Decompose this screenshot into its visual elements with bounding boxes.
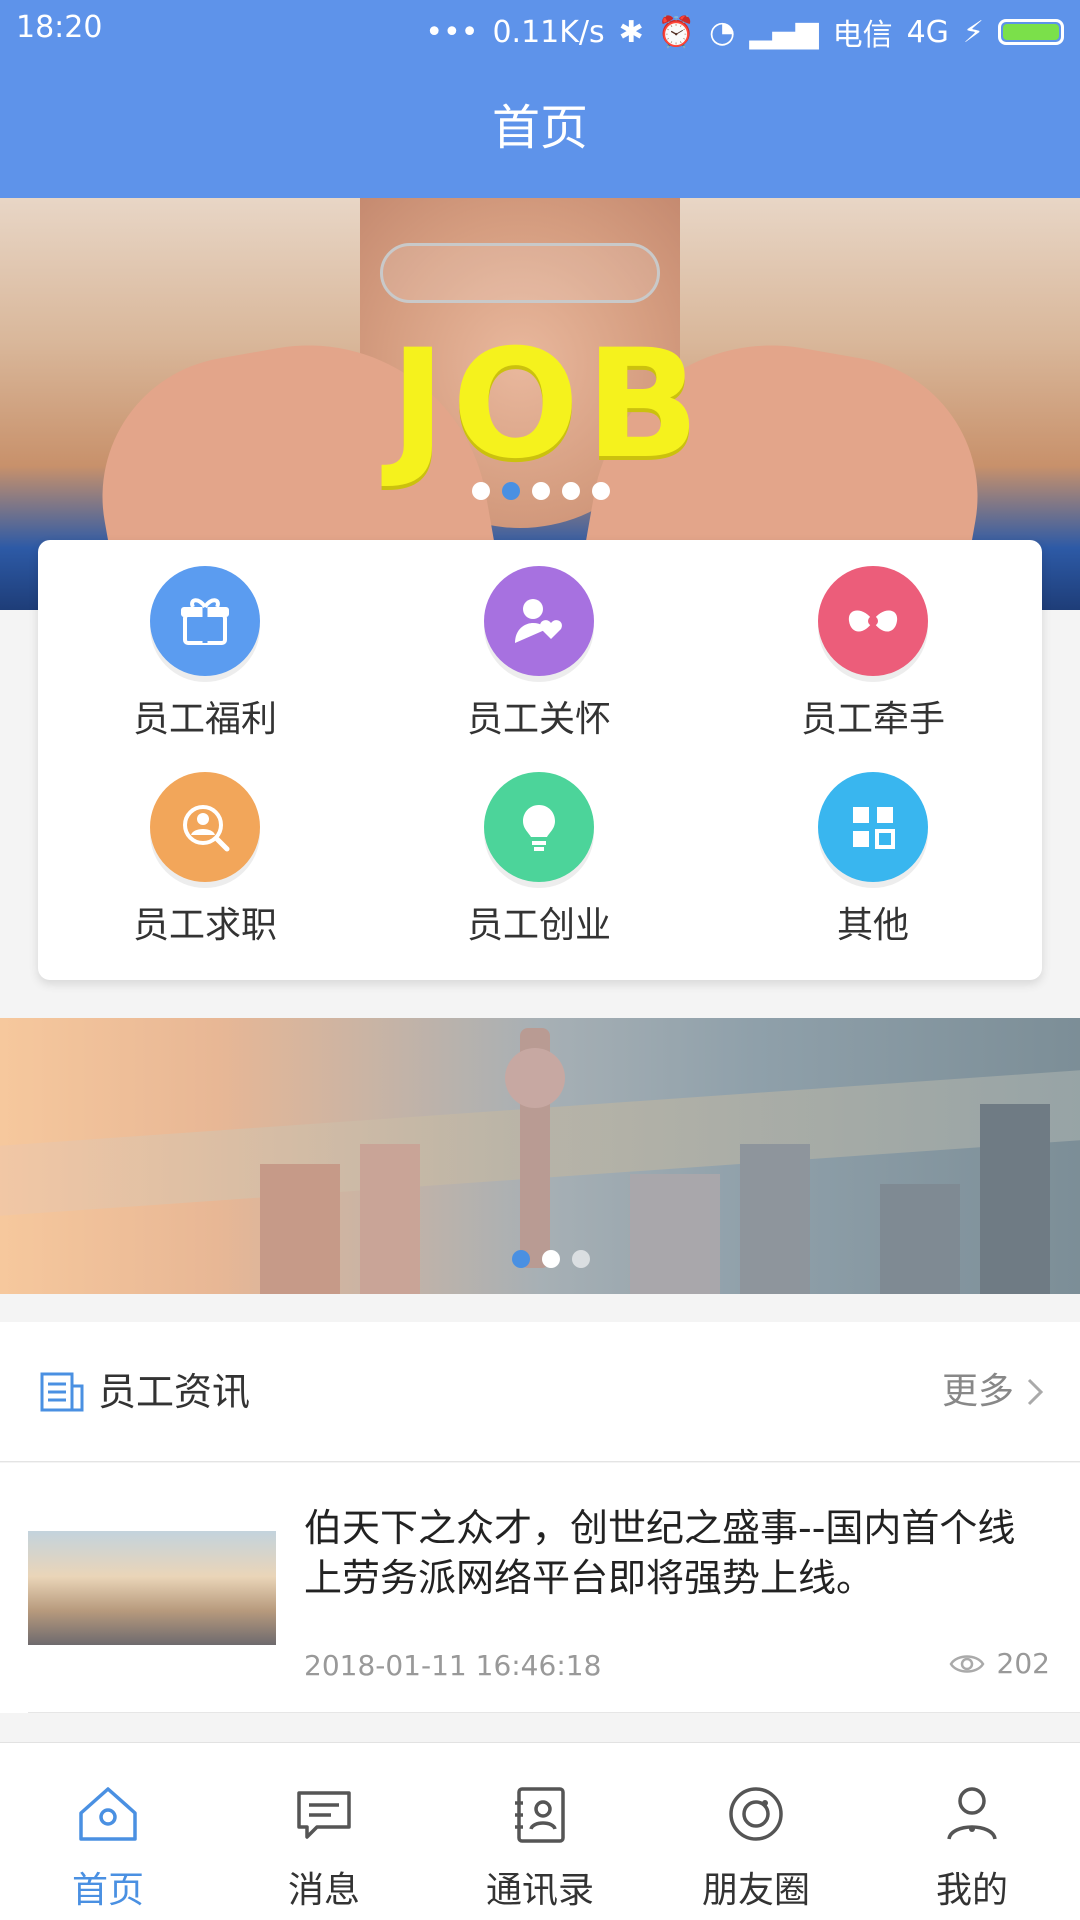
news-section-title: 员工资讯 — [98, 1370, 251, 1414]
charging-icon: ⚡ — [962, 14, 984, 50]
message-icon — [297, 1791, 351, 1839]
menu-label: 员工求职 — [132, 905, 277, 946]
banner-indicator — [472, 482, 610, 500]
home-icon — [79, 1787, 137, 1841]
status-bar: 18:20 ••• 0.11K/s ✱ ⏰ ◔ ▂▄▆ 电信 4G ⚡ — [0, 0, 1080, 58]
menu-item-matchmaking[interactable]: 员工牵手 — [706, 540, 1040, 740]
news-list-item[interactable]: 伯天下之众才，创世纪之盛事--国内首个线上劳务派网络平台即将强势上线。 2018… — [0, 1463, 1080, 1713]
building — [260, 1164, 340, 1294]
signal-icon: ▂▄▆ — [749, 14, 819, 50]
nav-label: 首页 — [71, 1870, 144, 1911]
news-headline: 伯天下之众才，创世纪之盛事--国内首个线上劳务派网络平台即将强势上线。 — [304, 1506, 1016, 1600]
nav-label: 我的 — [935, 1870, 1008, 1911]
menu-label: 员工关怀 — [466, 699, 611, 740]
banner-glasses — [380, 243, 660, 303]
nav-moments[interactable]: 朋友圈 — [648, 1743, 864, 1920]
news-date: 2018-01-11 16:46:18 — [304, 1649, 602, 1682]
page-title: 首页 — [491, 100, 588, 156]
banner-dot[interactable] — [532, 482, 550, 500]
banner-dot[interactable] — [542, 1250, 560, 1268]
city-banner-indicator — [512, 1250, 590, 1268]
news-thumbnail — [28, 1531, 276, 1645]
more-label: 更多 — [941, 1371, 1014, 1412]
nav-label: 朋友圈 — [701, 1870, 810, 1911]
nav-messages[interactable]: 消息 — [216, 1743, 432, 1920]
building — [630, 1174, 720, 1294]
gift-icon — [150, 566, 260, 676]
building — [360, 1144, 420, 1294]
network-type: 4G — [906, 14, 949, 50]
menu-label: 员工创业 — [466, 905, 611, 946]
banner-dot[interactable] — [562, 482, 580, 500]
nav-home[interactable]: 首页 — [0, 1743, 216, 1920]
banner-dot-active[interactable] — [502, 482, 520, 500]
status-right: ••• 0.11K/s ✱ ⏰ ◔ ▂▄▆ 电信 4G ⚡ — [425, 10, 1064, 54]
banner-job-text: JOB — [390, 318, 706, 492]
news-icon — [40, 1372, 84, 1412]
bow-icon — [818, 566, 928, 676]
menu-label: 员工牵手 — [800, 699, 945, 740]
grid-icon — [818, 772, 928, 882]
person-heart-icon — [484, 566, 594, 676]
menu-item-other[interactable]: 其他 — [706, 746, 1040, 946]
city-banner[interactable] — [0, 1018, 1080, 1294]
menu-label: 员工福利 — [132, 699, 277, 740]
banner-dot[interactable] — [472, 482, 490, 500]
banner-dot-active[interactable] — [512, 1250, 530, 1268]
news-more-link[interactable]: 更多 — [942, 1322, 1044, 1462]
banner-dot[interactable] — [572, 1250, 590, 1268]
nav-contacts[interactable]: 通讯录 — [432, 1743, 648, 1920]
nav-label: 消息 — [287, 1870, 360, 1911]
building — [880, 1184, 960, 1294]
net-speed: 0.11K/s — [492, 14, 605, 50]
profile-icon — [947, 1787, 997, 1840]
more-dots-icon: ••• — [425, 14, 479, 50]
contacts-icon — [515, 1787, 565, 1843]
menu-label: 其他 — [836, 905, 909, 946]
menu-item-benefits[interactable]: 员工福利 — [38, 540, 372, 740]
alarm-icon: ⏰ — [657, 14, 696, 50]
views-count: 202 — [996, 1647, 1050, 1680]
status-time: 18:20 — [16, 10, 103, 45]
building — [740, 1144, 810, 1294]
battery-icon — [998, 19, 1064, 45]
divider — [28, 1712, 1080, 1713]
carrier: 电信 — [832, 18, 893, 53]
lightbulb-icon — [484, 772, 594, 882]
banner-dot[interactable] — [592, 482, 610, 500]
moments-icon — [729, 1787, 783, 1841]
news-section-header: 员工资讯 更多 — [0, 1322, 1080, 1462]
menu-item-jobs[interactable]: 员工求职 — [38, 746, 372, 946]
building — [980, 1104, 1050, 1294]
eye-icon — [949, 1654, 985, 1673]
nav-profile[interactable]: 我的 — [864, 1743, 1080, 1920]
wifi-icon: ◔ — [709, 14, 736, 50]
bluetooth-icon: ✱ — [618, 14, 644, 50]
menu-grid: 员工福利 员工关怀 员工牵手 员工求职 员工创业 其他 — [38, 540, 1042, 980]
pearl-tower-ball — [505, 1048, 565, 1108]
person-search-icon — [150, 772, 260, 882]
menu-item-startup[interactable]: 员工创业 — [372, 746, 706, 946]
nav-label: 通讯录 — [485, 1870, 594, 1911]
chevron-right-icon — [1027, 1378, 1044, 1406]
bottom-nav: 首页 消息 通讯录 朋友圈 我的 — [0, 1742, 1080, 1920]
menu-item-care[interactable]: 员工关怀 — [372, 540, 706, 740]
news-views: 202 — [949, 1647, 1050, 1680]
title-bar: 首页 — [0, 58, 1080, 198]
